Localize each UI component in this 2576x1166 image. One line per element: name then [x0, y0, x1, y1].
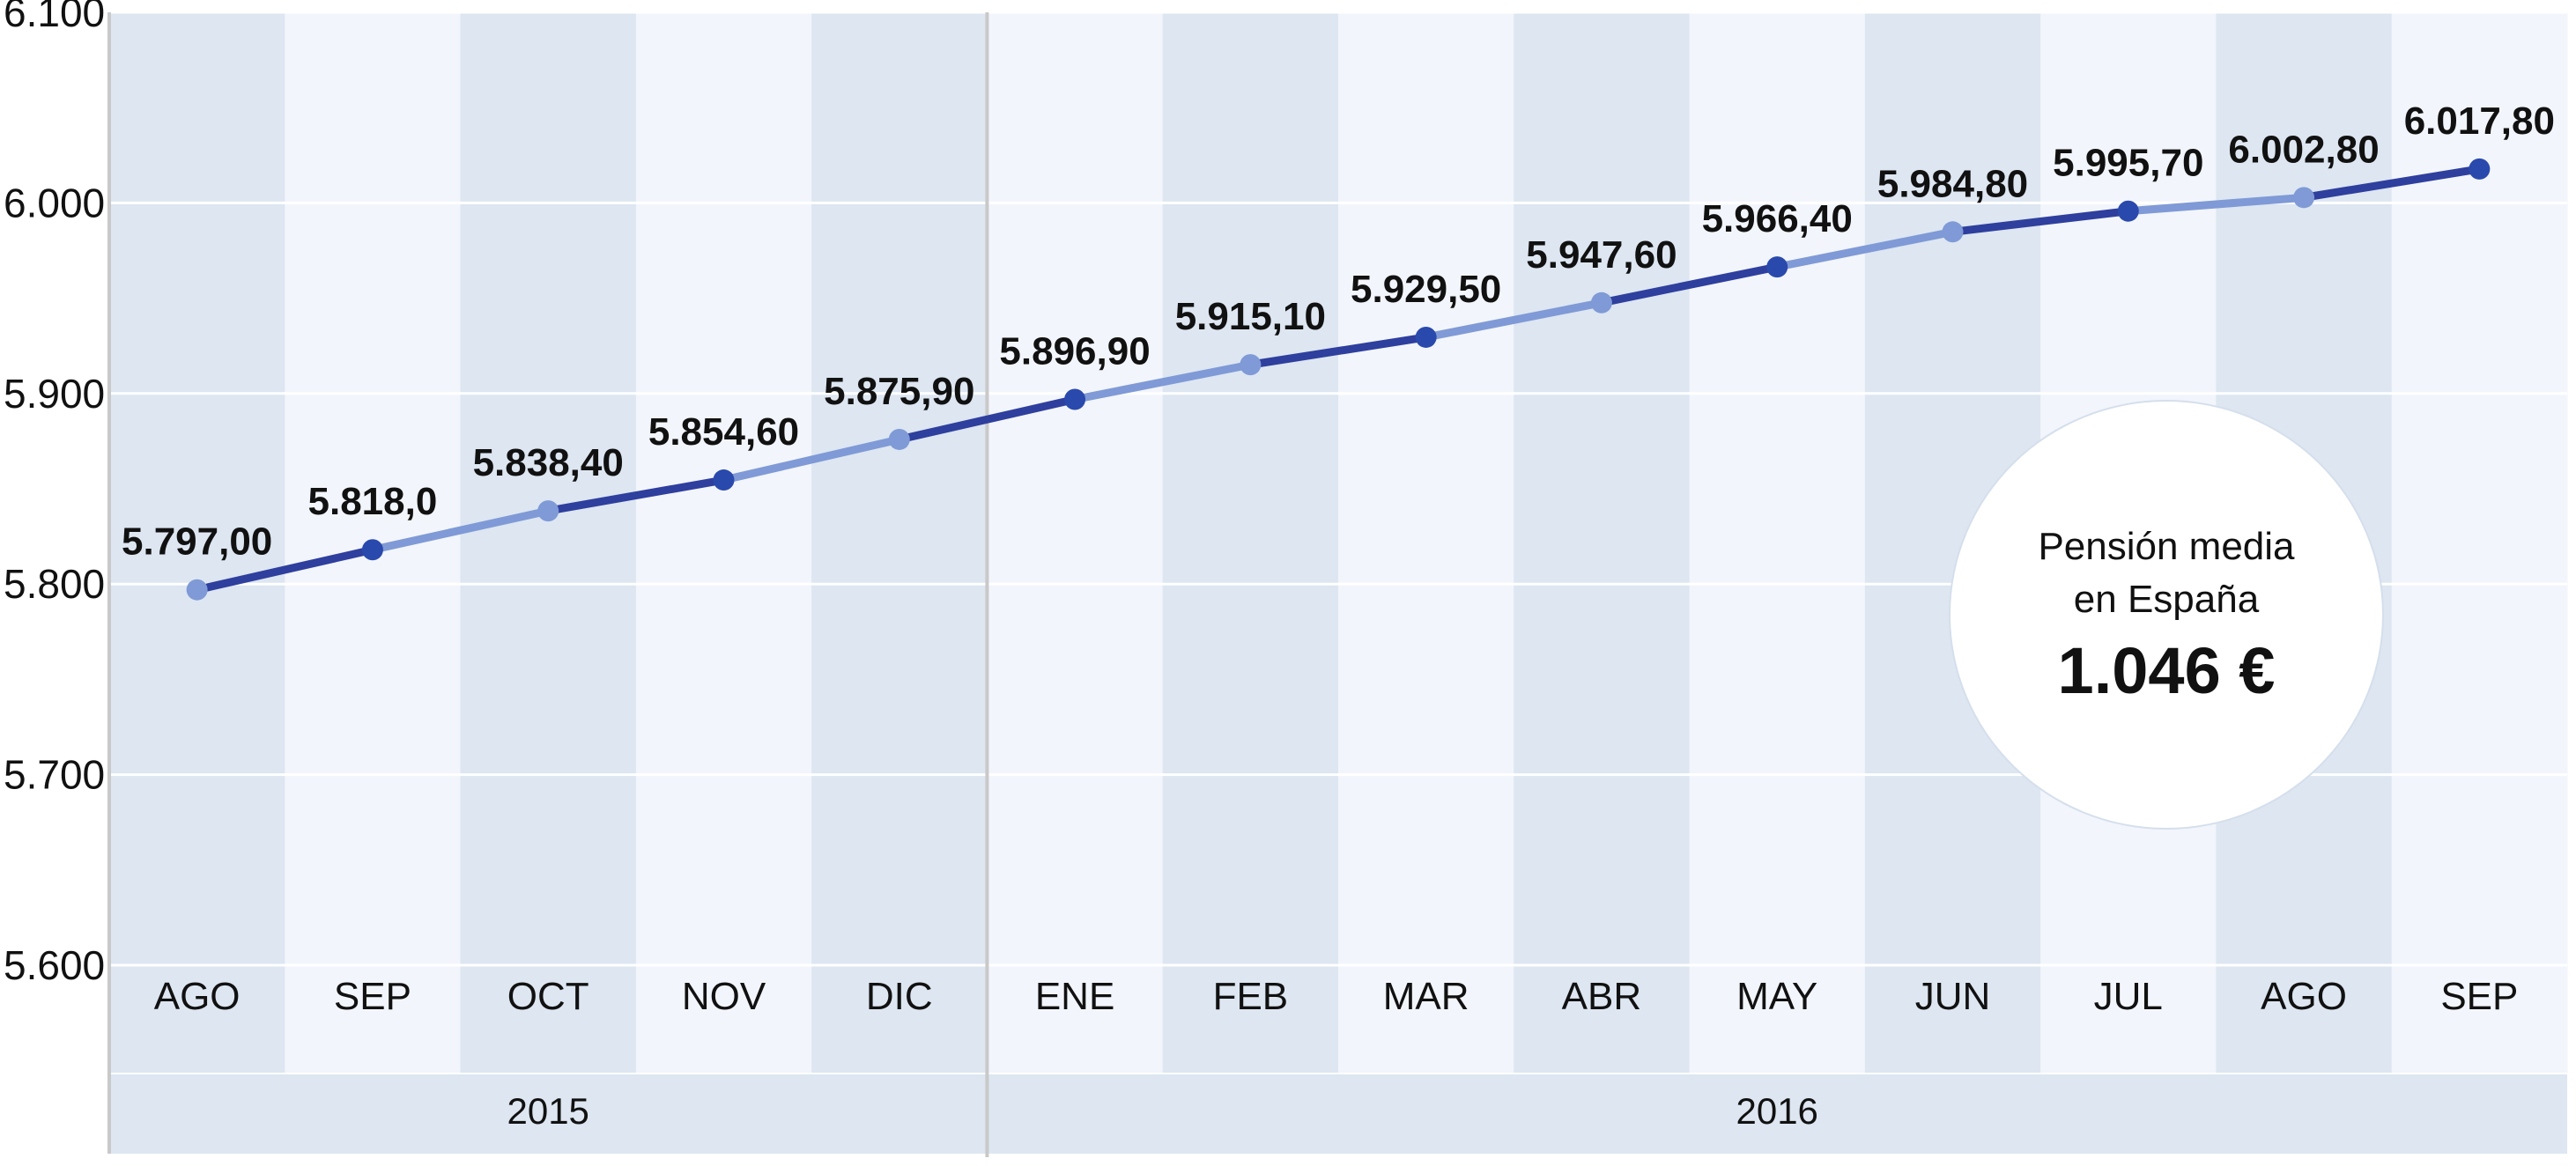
data-point [1415, 326, 1437, 348]
column-band [635, 12, 812, 1073]
data-label: 5.966,40 [1702, 197, 1853, 240]
x-tick-label: NOV [682, 975, 766, 1018]
data-point [888, 428, 910, 450]
data-label: 5.797,00 [122, 520, 272, 564]
column-band [1338, 12, 1514, 1073]
column-band [811, 12, 988, 1073]
x-tick-label: OCT [507, 975, 589, 1018]
data-label: 5.995,70 [2053, 142, 2203, 185]
data-label: 5.896,90 [999, 330, 1150, 373]
column-band [460, 12, 637, 1073]
column-band [1162, 12, 1339, 1073]
callout-label-line1: Pensión media [2038, 525, 2295, 568]
data-label: 5.984,80 [1877, 162, 2028, 205]
y-tick-label: 5.700 [4, 752, 105, 798]
chart-root: 5.600 5.700 5.800 5.900 6.000 6.100 AGO SEP OCT N… [0, 0, 2576, 1166]
data-label: 5.838,40 [473, 441, 624, 484]
data-label: 5.947,60 [1526, 233, 1677, 277]
x-tick-label: DIC [866, 975, 933, 1018]
data-point [2117, 200, 2139, 222]
callout-value: 1.046 € [2057, 634, 2276, 707]
y-tick-label: 6.000 [4, 180, 105, 225]
data-point [1766, 256, 1788, 278]
y-tick-label: 5.600 [4, 942, 105, 988]
x-tick-label: AGO [154, 975, 241, 1018]
data-label: 5.854,60 [648, 410, 799, 454]
data-label: 5.875,90 [824, 370, 974, 413]
data-label: 5.818,0 [308, 480, 438, 523]
year-band [109, 1074, 2567, 1154]
x-tick-label: AGO [2261, 975, 2347, 1018]
y-tick-label: 5.800 [4, 561, 105, 607]
data-point [186, 579, 208, 601]
column-band [987, 12, 1164, 1073]
data-point [1064, 388, 1086, 410]
x-tick-label: ABR [1562, 975, 1641, 1018]
y-tick-label: 6.100 [4, 0, 105, 35]
data-label: 6.017,80 [2404, 100, 2555, 143]
callout-label-line2: en España [2073, 578, 2260, 621]
data-point [2293, 187, 2315, 209]
x-tick-label: SEP [334, 975, 411, 1018]
x-tick-label: MAY [1736, 975, 1817, 1018]
data-point [361, 539, 383, 561]
data-label: 6.002,80 [2228, 128, 2379, 171]
data-point [713, 469, 735, 491]
column-band [1514, 12, 1691, 1073]
x-tick-label: ENE [1035, 975, 1114, 1018]
data-label: 5.929,50 [1351, 268, 1501, 311]
data-point [1240, 354, 1262, 376]
x-tick-label: MAR [1383, 975, 1469, 1018]
data-point [2469, 158, 2491, 180]
data-point [537, 500, 559, 522]
average-pension-callout: Pensión media en España 1.046 € [1949, 400, 2384, 830]
x-tick-label: JUL [2094, 975, 2163, 1018]
x-tick-label: FEB [1213, 975, 1289, 1018]
data-point [1590, 292, 1612, 314]
x-tick-label: SEP [2440, 975, 2518, 1018]
data-label: 5.915,10 [1175, 295, 1326, 338]
y-tick-label: 5.900 [4, 371, 105, 417]
x-tick-label: JUN [1915, 975, 1991, 1018]
year-label: 2016 [1736, 1090, 1817, 1132]
year-label: 2015 [507, 1090, 588, 1132]
data-point [1942, 221, 1964, 243]
column-band [1689, 12, 1866, 1073]
